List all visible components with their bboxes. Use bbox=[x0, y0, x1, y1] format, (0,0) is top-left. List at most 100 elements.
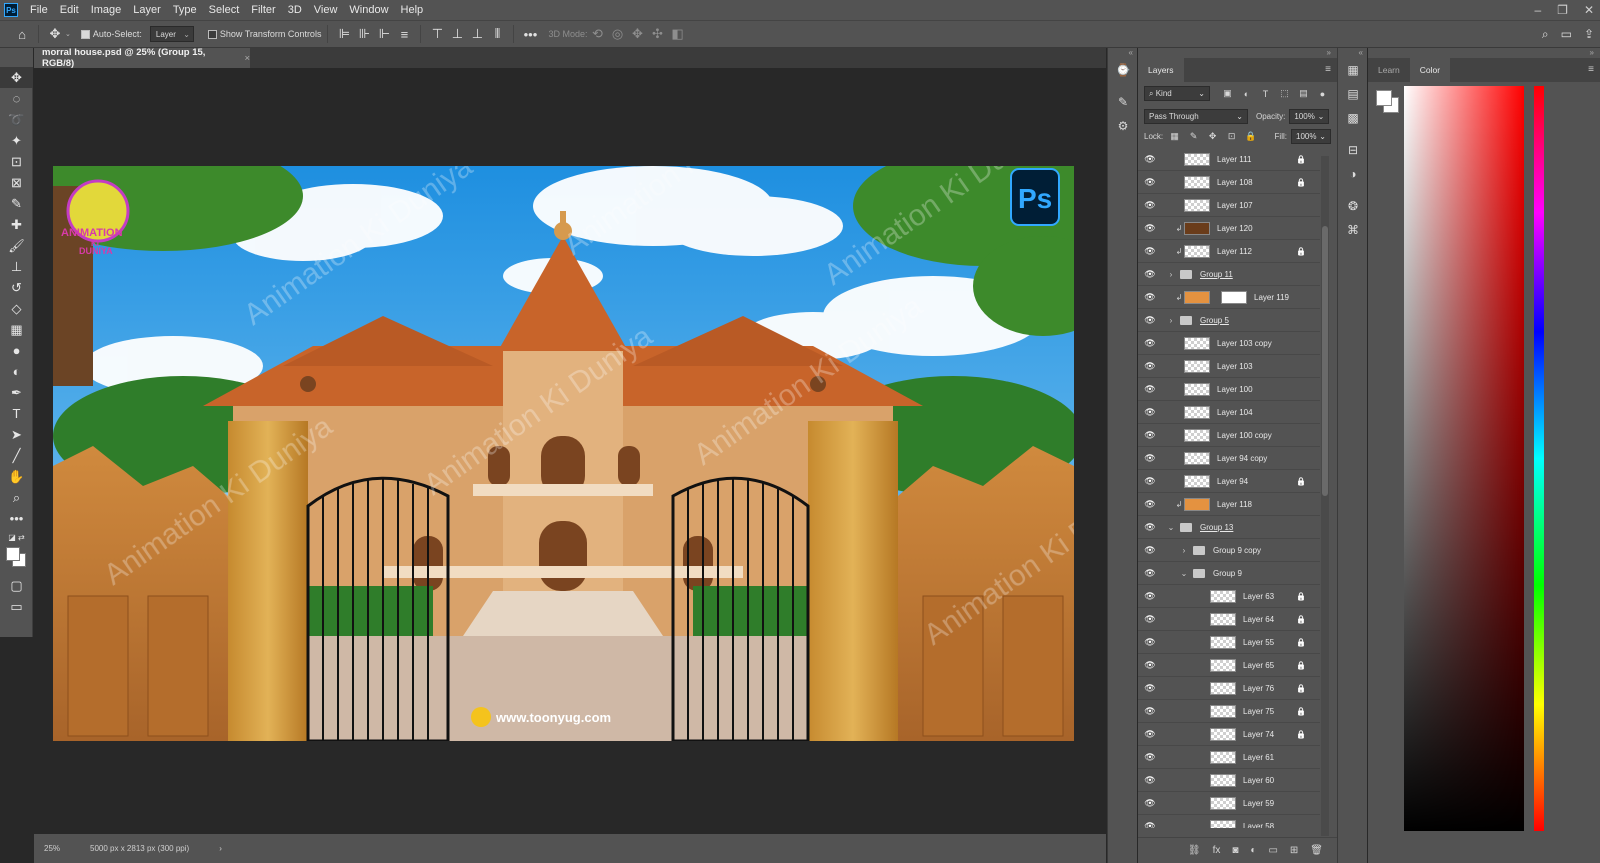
chevron-right-icon[interactable]: › bbox=[1179, 546, 1189, 555]
blur-icon[interactable]: ● bbox=[0, 340, 33, 361]
align-middle-icon[interactable]: ⊥ bbox=[447, 25, 467, 43]
pen-icon[interactable]: ✒ bbox=[0, 382, 33, 403]
filter-adjustment-icon[interactable]: ◐ bbox=[1239, 89, 1254, 99]
visibility-eye-icon[interactable]: 👁 bbox=[1138, 384, 1162, 395]
dodge-icon[interactable]: ◐ bbox=[0, 361, 33, 382]
3d-pan-icon[interactable]: ✥ bbox=[627, 25, 647, 43]
adjustments-panel-icon[interactable]: ◑ bbox=[1338, 162, 1368, 186]
layer-row[interactable]: 👁 Layer 55 🔒 bbox=[1138, 631, 1320, 654]
visibility-eye-icon[interactable]: 👁 bbox=[1138, 315, 1162, 326]
close-icon[interactable]: ✕ bbox=[1584, 3, 1594, 17]
eyedropper-icon[interactable]: ✎ bbox=[0, 193, 33, 214]
search-icon[interactable]: ⌕ bbox=[1542, 27, 1549, 42]
default-colors-icon[interactable]: ◪ ⇄ bbox=[0, 529, 33, 545]
quick-mask-icon[interactable]: ▢ bbox=[0, 575, 33, 596]
menu-image[interactable]: Image bbox=[85, 4, 128, 16]
eraser-icon[interactable]: ◇ bbox=[0, 298, 33, 319]
color-field[interactable] bbox=[1404, 86, 1524, 831]
layer-row[interactable]: 👁 Layer 104 bbox=[1138, 401, 1320, 424]
collapse-icon[interactable]: » bbox=[1368, 48, 1600, 58]
filter-kind-dropdown[interactable]: ⌕ Kind ⌄ bbox=[1144, 86, 1210, 101]
visibility-eye-icon[interactable]: 👁 bbox=[1138, 292, 1162, 303]
align-bottom-icon[interactable]: ⊥ bbox=[467, 25, 487, 43]
layer-row[interactable]: 👁 Layer 94 🔒 bbox=[1138, 470, 1320, 493]
brushes-panel-icon[interactable]: ✎ bbox=[1108, 90, 1138, 114]
lock-image-icon[interactable]: ✎ bbox=[1186, 131, 1201, 142]
layer-row[interactable]: 👁 Layer 76 🔒 bbox=[1138, 677, 1320, 700]
layer-row[interactable]: 👁 Layer 61 bbox=[1138, 746, 1320, 769]
layer-row[interactable]: 👁 Layer 103 copy bbox=[1138, 332, 1320, 355]
menu-type[interactable]: Type bbox=[167, 4, 203, 16]
align-right-icon[interactable]: ⊩ bbox=[374, 25, 394, 43]
foreground-swatch[interactable] bbox=[1376, 90, 1392, 106]
visibility-eye-icon[interactable]: 👁 bbox=[1138, 660, 1162, 671]
gradients-panel-icon[interactable]: ▤ bbox=[1338, 82, 1368, 106]
layers-scroll-thumb[interactable] bbox=[1322, 226, 1328, 496]
visibility-eye-icon[interactable]: 👁 bbox=[1138, 683, 1162, 694]
visibility-eye-icon[interactable]: 👁 bbox=[1138, 154, 1162, 165]
visibility-eye-icon[interactable]: 👁 bbox=[1138, 407, 1162, 418]
swatches-panel-icon[interactable]: ▦ bbox=[1338, 58, 1368, 82]
visibility-eye-icon[interactable]: 👁 bbox=[1138, 522, 1162, 533]
layer-row[interactable]: 👁 Layer 94 copy bbox=[1138, 447, 1320, 470]
color-swatches[interactable] bbox=[0, 545, 32, 575]
document-tab[interactable]: morral house.psd @ 25% (Group 15, RGB/8)… bbox=[34, 47, 250, 69]
fill-input[interactable]: 100% ⌄ bbox=[1291, 129, 1331, 144]
visibility-eye-icon[interactable]: 👁 bbox=[1138, 637, 1162, 648]
visibility-eye-icon[interactable]: 👁 bbox=[1138, 361, 1162, 372]
layer-row[interactable]: 👁 Layer 107 bbox=[1138, 194, 1320, 217]
visibility-eye-icon[interactable]: 👁 bbox=[1138, 223, 1162, 234]
filter-toggle-icon[interactable]: ● bbox=[1315, 89, 1330, 99]
visibility-eye-icon[interactable]: 👁 bbox=[1138, 200, 1162, 211]
more-icon[interactable]: ••• bbox=[0, 508, 33, 529]
distribute-vertical-icon[interactable]: ⫴ bbox=[487, 25, 507, 43]
layer-row[interactable]: 👁 Layer 60 bbox=[1138, 769, 1320, 792]
layer-row[interactable]: 👁 › Group 9 copy bbox=[1138, 539, 1320, 562]
layer-row[interactable]: 👁 Layer 108 🔒 bbox=[1138, 171, 1320, 194]
add-mask-icon[interactable]: ◙ bbox=[1232, 845, 1238, 856]
toolbar-collapse[interactable] bbox=[0, 48, 33, 67]
layer-row[interactable]: 👁 Layer 59 bbox=[1138, 792, 1320, 815]
layer-row[interactable]: 👁 Layer 65 🔒 bbox=[1138, 654, 1320, 677]
collapse-icon[interactable]: « bbox=[1338, 48, 1367, 58]
collapse-icon[interactable]: » bbox=[1138, 48, 1337, 58]
menu-layer[interactable]: Layer bbox=[127, 4, 167, 16]
menu-edit[interactable]: Edit bbox=[54, 4, 85, 16]
visibility-eye-icon[interactable]: 👁 bbox=[1138, 591, 1162, 602]
stamp-icon[interactable]: ⊥ bbox=[0, 256, 33, 277]
3d-scale-icon[interactable]: ◧ bbox=[667, 25, 687, 43]
show-transform-checkbox[interactable]: Show Transform Controls bbox=[207, 29, 321, 39]
tab-layers[interactable]: Layers bbox=[1138, 58, 1184, 82]
zoom-level[interactable]: 25% bbox=[44, 844, 60, 853]
layer-row[interactable]: 👁 ↲ Layer 112 🔒 bbox=[1138, 240, 1320, 263]
channels-panel-icon[interactable]: ❂ bbox=[1338, 194, 1368, 218]
gradient-icon[interactable]: ▦ bbox=[0, 319, 33, 340]
layer-row[interactable]: 👁 Layer 64 🔒 bbox=[1138, 608, 1320, 631]
layer-row[interactable]: 👁 › Group 11 bbox=[1138, 263, 1320, 286]
chevron-down-icon[interactable]: ⌄ bbox=[1179, 569, 1189, 578]
layer-mask-thumbnail[interactable] bbox=[1221, 290, 1247, 304]
layer-row[interactable]: 👁 ↲ Layer 118 bbox=[1138, 493, 1320, 516]
collapse-icon[interactable]: « bbox=[1108, 48, 1137, 58]
artwork-canvas[interactable]: Animation Ki Duniya Animation Ki Duniya … bbox=[53, 166, 1074, 741]
visibility-eye-icon[interactable]: 👁 bbox=[1138, 775, 1162, 786]
move-tool-preset-icon[interactable]: ✥ bbox=[45, 25, 65, 43]
crop-icon[interactable]: ⊡ bbox=[0, 151, 33, 172]
layer-row[interactable]: 👁 Layer 103 bbox=[1138, 355, 1320, 378]
menu-window[interactable]: Window bbox=[343, 4, 394, 16]
lock-position-icon[interactable]: ✥ bbox=[1205, 131, 1220, 142]
adjustment-layer-icon[interactable]: ◐ bbox=[1250, 845, 1256, 856]
visibility-eye-icon[interactable]: 👁 bbox=[1138, 430, 1162, 441]
paths-panel-icon[interactable]: ⌘ bbox=[1338, 218, 1368, 242]
align-center-icon[interactable]: ⊪ bbox=[354, 25, 374, 43]
panel-menu-icon[interactable]: ≡ bbox=[1588, 64, 1594, 75]
link-layers-icon[interactable]: ⛓ bbox=[1188, 845, 1201, 856]
layer-row[interactable]: 👁 ⌄ Group 9 bbox=[1138, 562, 1320, 585]
line-icon[interactable]: ╱ bbox=[0, 445, 33, 466]
minimize-icon[interactable]: – bbox=[1534, 3, 1541, 17]
opacity-input[interactable]: 100% ⌄ bbox=[1289, 109, 1330, 124]
visibility-eye-icon[interactable]: 👁 bbox=[1138, 338, 1162, 349]
filter-shape-icon[interactable]: ⬚ bbox=[1277, 88, 1292, 99]
visibility-eye-icon[interactable]: 👁 bbox=[1138, 729, 1162, 740]
visibility-eye-icon[interactable]: 👁 bbox=[1138, 453, 1162, 464]
